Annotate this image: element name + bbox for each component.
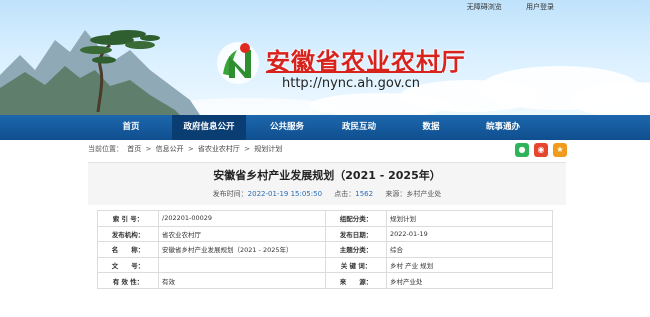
weibo-icon[interactable]: ◉ (534, 143, 548, 157)
publish-time: 2022-01-19 15:05:50 (247, 190, 323, 198)
top-links: 无障碍浏览 用户登录 (445, 2, 554, 12)
source-label: 来源： (385, 190, 407, 198)
breadcrumb-item-dept[interactable]: 省农业农村厅 (198, 144, 240, 154)
views-count: 1562 (355, 190, 374, 198)
breadcrumb-separator: > (244, 145, 251, 153)
source-value: 乡村产业处 (406, 190, 442, 198)
name-label: 名 称： (97, 241, 159, 258)
login-link[interactable]: 用户登录 (526, 3, 554, 11)
validity-value: 有效 (158, 272, 326, 289)
date-value: 2022-01-19 (386, 225, 553, 243)
info-table: 索 引 号： /202201-00029 组配分类： 规划计划 发布机构： 省农… (97, 210, 553, 289)
nav-item-data[interactable]: 数据 (400, 115, 462, 140)
table-row: 有 效 性： 有效 来 源： 乡村产业处 (97, 272, 553, 289)
publisher-label: 发布机构： (97, 225, 159, 243)
article-meta: 发布时间：2022-01-19 15:05:50 点击：1562 来源：乡村产业… (88, 189, 566, 199)
nav-item-gov-info[interactable]: 政府信息公开 (172, 115, 246, 140)
breadcrumb-separator: > (187, 145, 194, 153)
index-no-value: /202201-00029 (158, 210, 326, 227)
topic-value: 综合 (386, 241, 553, 258)
doc-no-label: 文 号： (97, 256, 159, 274)
nav-item-wanshitong[interactable]: 皖事通办 (472, 115, 534, 140)
breadcrumb: 当前位置： 首页 > 信息公开 > 省农业农村厅 > 规划计划 (88, 144, 566, 158)
origin-label: 来 源： (325, 272, 387, 289)
title-divider (266, 71, 442, 73)
article-header: 安徽省乡村产业发展规划（2021 - 2025年） 发布时间：2022-01-1… (88, 162, 566, 205)
nav-item-interaction[interactable]: 政民互动 (328, 115, 390, 140)
table-row: 文 号： 关 键 词： 乡村 产业 规划 (97, 256, 553, 274)
site-logo-icon (217, 42, 259, 84)
breadcrumb-item-home[interactable]: 首页 (127, 144, 141, 154)
index-no-label: 索 引 号： (97, 210, 159, 227)
publisher-value: 省农业农村厅 (158, 225, 326, 243)
topic-label: 主题分类： (325, 241, 387, 258)
breadcrumb-separator: > (145, 145, 152, 153)
name-value: 安徽省乡村产业发展规划（2021 - 2025年） (158, 241, 326, 258)
category-label: 组配分类： (325, 210, 387, 227)
breadcrumb-item-plan[interactable]: 规划计划 (254, 144, 282, 154)
category-value: 规划计划 (386, 210, 553, 227)
accessibility-link[interactable]: 无障碍浏览 (467, 3, 502, 11)
breadcrumb-label: 当前位置： (88, 145, 123, 153)
origin-value: 乡村产业处 (386, 272, 553, 289)
wechat-icon[interactable]: ● (515, 143, 529, 157)
keywords-label: 关 键 词： (325, 256, 387, 274)
nav-item-public-service[interactable]: 公共服务 (256, 115, 318, 140)
site-url: http://nync.ah.gov.cn (282, 76, 421, 91)
main-nav: 首页 政府信息公开 公共服务 政民互动 数据 皖事通办 (0, 115, 650, 140)
keywords-value: 乡村 产业 规划 (386, 256, 553, 274)
star-icon[interactable]: ★ (553, 143, 567, 157)
table-row: 发布机构： 省农业农村厅 发布日期： 2022-01-19 (97, 225, 553, 243)
table-row: 名 称： 安徽省乡村产业发展规划（2021 - 2025年） 主题分类： 综合 (97, 241, 553, 258)
views-label: 点击： (334, 190, 356, 198)
validity-label: 有 效 性： (97, 272, 159, 289)
nav-item-home[interactable]: 首页 (100, 115, 162, 140)
article-title: 安徽省乡村产业发展规划（2021 - 2025年） (213, 169, 441, 182)
breadcrumb-item-info[interactable]: 信息公开 (156, 144, 184, 154)
site-header: 无障碍浏览 用户登录 安徽省农业农村厅 http://nync.ah.gov.c… (0, 0, 650, 115)
doc-no-value (158, 256, 326, 274)
date-label: 发布日期： (325, 225, 387, 243)
table-row: 索 引 号： /202201-00029 组配分类： 规划计划 (97, 210, 553, 227)
publish-time-label: 发布时间： (212, 190, 248, 198)
